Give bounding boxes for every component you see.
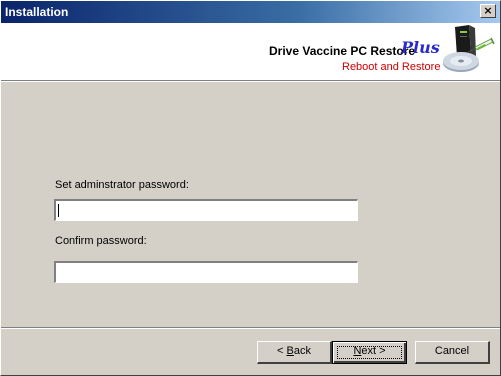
close-button[interactable]: × [480,4,496,18]
back-button[interactable]: < Back [257,341,332,364]
admin-password-label: Set adminstrator password: [55,179,189,191]
title-bar[interactable]: Installation × [1,1,500,23]
product-tagline: Reboot and Restore [342,61,441,73]
next-button[interactable]: Next > [332,341,407,364]
close-icon: × [483,4,493,17]
installation-dialog: Installation × Drive Vaccine PC Restore … [0,0,501,376]
text-caret [58,204,59,217]
confirm-password-field[interactable] [54,261,358,283]
product-name: Drive Vaccine PC Restore [269,44,416,58]
footer-divider-highlight [1,328,500,329]
cancel-button[interactable]: Cancel [415,341,490,364]
focus-rectangle [337,346,402,359]
product-edition: Plus [401,38,440,57]
header-divider-highlight [1,81,500,82]
admin-password-field[interactable] [54,199,358,221]
window-title: Installation [5,5,69,19]
confirm-password-label: Confirm password: [55,235,147,247]
drive-vaccine-logo-icon [443,25,495,72]
